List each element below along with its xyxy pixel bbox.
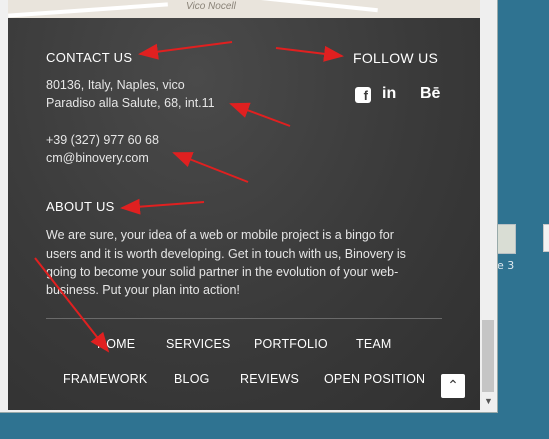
annotation-arrows	[34, 41, 344, 353]
arrow-to-follow-heading	[275, 45, 344, 62]
arrow-to-about-heading	[120, 198, 205, 215]
arrow-to-nav-home	[34, 257, 110, 353]
arrow-to-address	[229, 102, 291, 127]
arrow-to-email	[172, 152, 249, 183]
arrow-to-contact-heading	[138, 41, 233, 60]
